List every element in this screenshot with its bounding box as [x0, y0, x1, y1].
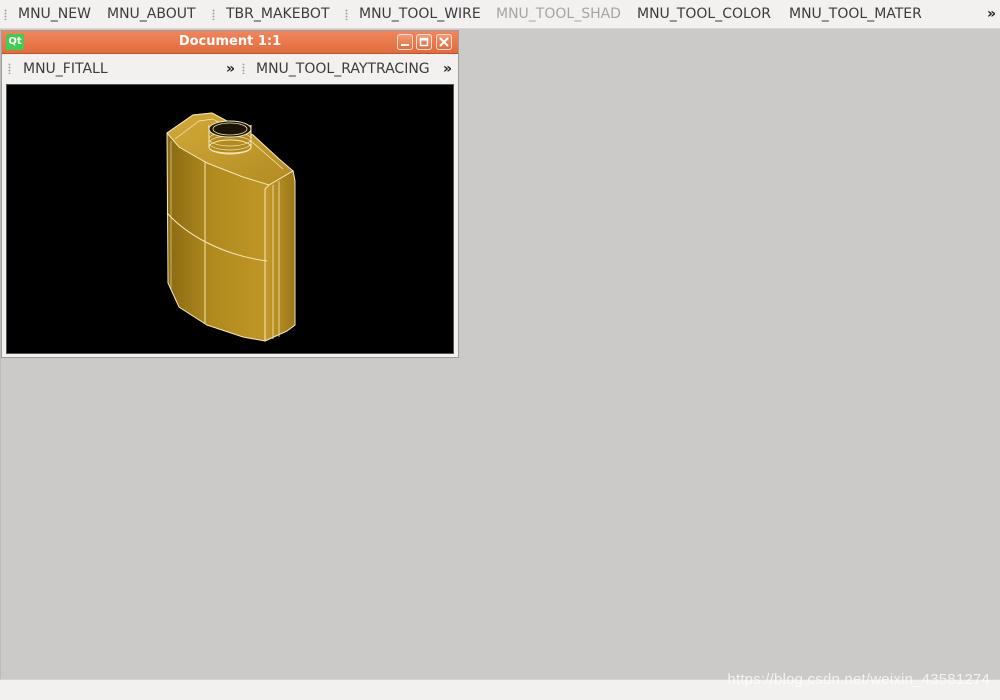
menu-new-button[interactable]: MNU_NEW [18, 0, 91, 29]
document-titlebar[interactable]: Qt Document 1:1 [2, 31, 458, 54]
document-title: Document 1:1 [178, 34, 282, 49]
3d-viewport[interactable] [6, 84, 454, 354]
tool-wire-button[interactable]: MNU_TOOL_WIRE [359, 0, 481, 29]
tool-color-button[interactable]: MNU_TOOL_COLOR [637, 0, 771, 29]
document-window: Qt Document 1:1 MNU_FITALL » MNU_TOOL_RA… [1, 30, 459, 358]
toolbar-grip-icon[interactable] [345, 9, 348, 20]
toolbar-extension-icon[interactable]: » [226, 62, 235, 76]
minimize-icon [401, 44, 409, 46]
toolbar-grip-icon[interactable] [212, 9, 215, 20]
main-toolbar: MNU_NEW MNU_ABOUT TBR_MAKEBOT MNU_TOOL_W… [0, 0, 1000, 29]
tbr-makebot-button[interactable]: TBR_MAKEBOT [226, 0, 330, 29]
toolbar-grip-icon[interactable] [8, 63, 11, 74]
raytracing-button[interactable]: MNU_TOOL_RAYTRACING [256, 54, 430, 84]
toolbar-extension-icon[interactable]: » [443, 62, 452, 76]
toolbar-grip-icon[interactable] [4, 9, 7, 20]
toolbar-grip-icon[interactable] [242, 63, 245, 74]
maximize-button[interactable] [416, 34, 432, 50]
close-button[interactable] [436, 34, 452, 50]
menu-about-button[interactable]: MNU_ABOUT [107, 0, 196, 29]
toolbar-extension-icon[interactable]: » [987, 7, 996, 21]
watermark-text: https://blog.csdn.net/weixin_43581274 [727, 671, 990, 688]
maximize-icon [419, 37, 429, 47]
tool-shad-button[interactable]: MNU_TOOL_SHAD [496, 0, 621, 29]
document-toolbar: MNU_FITALL » MNU_TOOL_RAYTRACING » [2, 54, 458, 84]
flask-model [166, 112, 296, 342]
tool-mater-button[interactable]: MNU_TOOL_MATER [789, 0, 922, 29]
close-icon [439, 37, 449, 47]
fitall-button[interactable]: MNU_FITALL [23, 54, 108, 84]
minimize-button[interactable] [397, 34, 413, 50]
